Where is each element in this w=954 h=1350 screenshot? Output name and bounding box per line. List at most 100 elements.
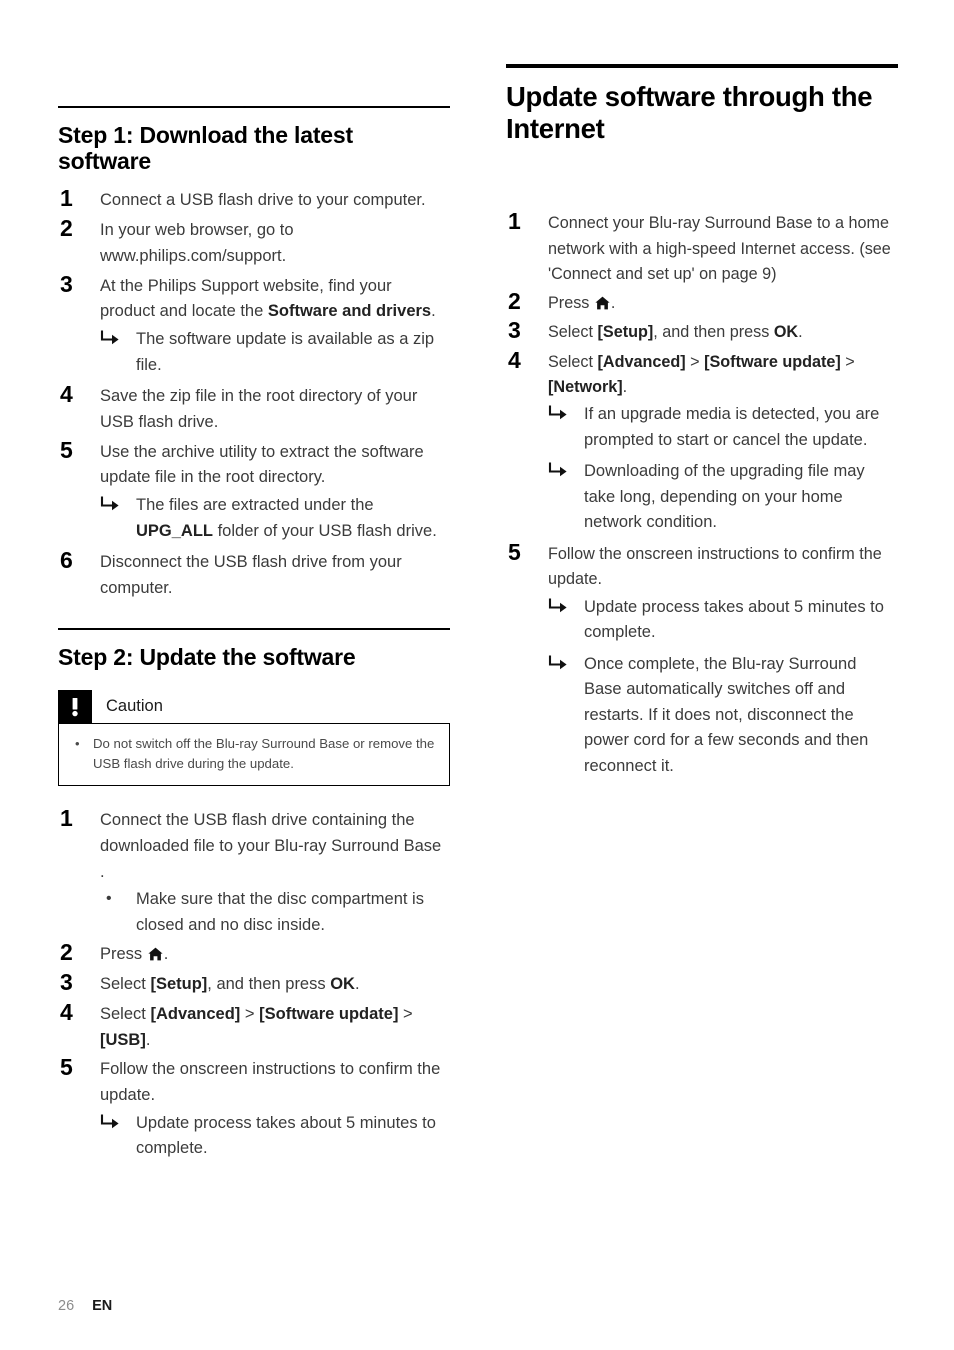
step1-list: Connect a USB flash drive to your comput… [58,185,450,601]
list-item-step: At the Philips Support website, find you… [58,271,450,379]
step-text: Select [Setup], and then press OK. [100,972,450,998]
list-item-result: The software update is available as a zi… [100,327,450,378]
body-text: > [685,352,705,371]
section-rule-step1 [58,106,450,108]
body-text: , and then press [653,323,774,342]
result-list: Update process takes about 5 minutes to … [548,595,898,780]
chapter-rule [506,64,898,68]
step-text: Save the zip file in the root directory … [100,384,450,435]
right-column: Update software through the Internet Con… [506,64,898,785]
body-text: > [398,1004,413,1023]
body-text: Once complete, the Blu-ray Surround Base… [584,654,869,775]
body-text: . [431,302,436,321]
arrow-turn-right-icon [100,494,122,514]
bullet-dot-icon: • [75,735,80,751]
result-list: The files are extracted under the UPG_AL… [100,493,450,544]
caution-block: Caution • Do not switch off the Blu-ray S… [58,689,450,787]
emphasis-text: OK [330,975,355,994]
emphasis-text: Software and drivers [267,302,432,321]
list-item-step: Select [Setup], and then press OK. [58,969,450,998]
emphasis-text: [Setup] [597,323,654,342]
subnote-list: • Make sure that the disc compartment is … [100,887,450,938]
body-text: > [240,1004,260,1023]
body-text: Update process takes about 5 minutes to … [136,1113,436,1158]
body-text: Connect your Blu-ray Surround Base to a … [548,214,891,283]
list-item-step: Follow the onscreen instructions to conf… [506,539,898,780]
bullet-dot-icon: • [106,890,112,908]
body-text: Press [100,945,147,964]
list-item-result: Update process takes about 5 minutes to … [548,595,898,646]
list-item-step: Save the zip file in the root directory … [58,381,450,435]
emphasis-text: OK [773,323,799,342]
list-item-step: Select [Advanced] > [Software update] > … [58,999,450,1053]
list-item-subnote: • Make sure that the disc compartment is … [100,887,450,938]
list-item-result: Once complete, the Blu-ray Surround Base… [548,652,898,780]
body-text: Follow the onscreen instructions to conf… [548,545,882,589]
section-rule-step2 [58,627,450,630]
home-icon [595,296,610,310]
emphasis-text: [USB] [100,1030,146,1049]
step-text: In your web browser, go to www.philips.c… [100,218,450,269]
body-text: Connect the USB flash drive containing t… [100,811,442,881]
body-text: Connect a USB flash drive to your comput… [100,191,426,210]
emphasis-text: [Software update] [259,1004,399,1023]
body-text: Select [548,352,598,371]
step-text: Select [Advanced] > [Software update] > … [548,350,898,401]
step-text: Connect your Blu-ray Surround Base to a … [548,211,898,287]
list-item-result: If an upgrade media is detected, you are… [548,402,898,453]
body-text: Follow the onscreen instructions to conf… [100,1060,441,1105]
body-text: In your web browser, go to www.philips.c… [100,221,294,265]
body-text: If an upgrade media is detected, you are… [584,405,880,449]
list-item-step: Follow the onscreen instructions to conf… [58,1054,450,1162]
list-item-step: Connect a USB flash drive to your comput… [58,185,450,214]
emphasis-text: UPG_ALL [136,521,214,540]
step-text: At the Philips Support website, find you… [100,274,450,325]
body-text: . [163,945,169,964]
result-list: Update process takes about 5 minutes to … [100,1111,450,1162]
heading-step-1: Step 1: Download the latest software [58,122,353,175]
list-item-step: Press . [58,939,450,968]
list-item-step: Disconnect the USB flash drive from your… [58,547,450,601]
body-text: . [354,975,360,994]
step2-list: Connect the USB flash drive containing t… [58,805,450,1162]
chapter-title: Update software through the Internet [506,81,873,145]
list-item-caution: • Do not switch off the Blu-ray Surround … [75,735,435,772]
emphasis-text: [Software update] [704,352,841,371]
body-text: Update process takes about 5 minutes to … [584,597,884,642]
body-text: . [622,377,628,396]
emphasis-text: [Advanced] [150,1004,241,1023]
body-text: . [145,1030,151,1049]
body-text: The files are extracted under the [136,496,374,515]
left-column: Step 1: Download the latest software Con… [58,106,450,1168]
body-text: Downloading of the upgrading file may ta… [584,462,865,532]
page-number: 26 [58,1298,75,1314]
list-item-result: Update process takes about 5 minutes to … [100,1111,450,1162]
step-text: Connect the USB flash drive containing t… [100,808,450,885]
list-item-result: The files are extracted under the UPG_AL… [100,493,450,544]
body-text: Select [100,1004,151,1023]
arrow-turn-right-icon [548,460,570,480]
arrow-turn-right-icon [548,403,570,423]
step-text: Press . [100,942,450,968]
body-text: , and then press [207,975,331,994]
heading-step-2: Step 2: Update the software [58,643,356,670]
result-list: If an upgrade media is detected, you are… [548,402,898,536]
step-text: Press . [548,291,898,316]
arrow-turn-right-icon [548,596,570,616]
exclamation-icon [58,689,92,724]
list-item-step: Use the archive utility to extract the s… [58,437,450,545]
step-text: Follow the onscreen instructions to conf… [100,1057,450,1108]
body-text: Use the archive utility to extract the s… [100,442,424,487]
step-text: Select [Setup], and then press OK. [548,320,898,345]
body-text: The software update is available as a zi… [136,330,435,374]
body-text: . [610,294,616,313]
caution-body: • Do not switch off the Blu-ray Surround … [58,722,450,787]
step-text: Use the archive utility to extract the s… [100,440,450,491]
emphasis-text: [Network] [548,377,623,396]
body-text: > [840,352,855,371]
caution-title: Caution [106,697,163,716]
manual-page: Step 1: Download the latest software Con… [0,0,954,1350]
home-icon [148,947,163,961]
list-item-step: In your web browser, go to www.philips.c… [58,215,450,269]
language-code: EN [92,1298,113,1314]
